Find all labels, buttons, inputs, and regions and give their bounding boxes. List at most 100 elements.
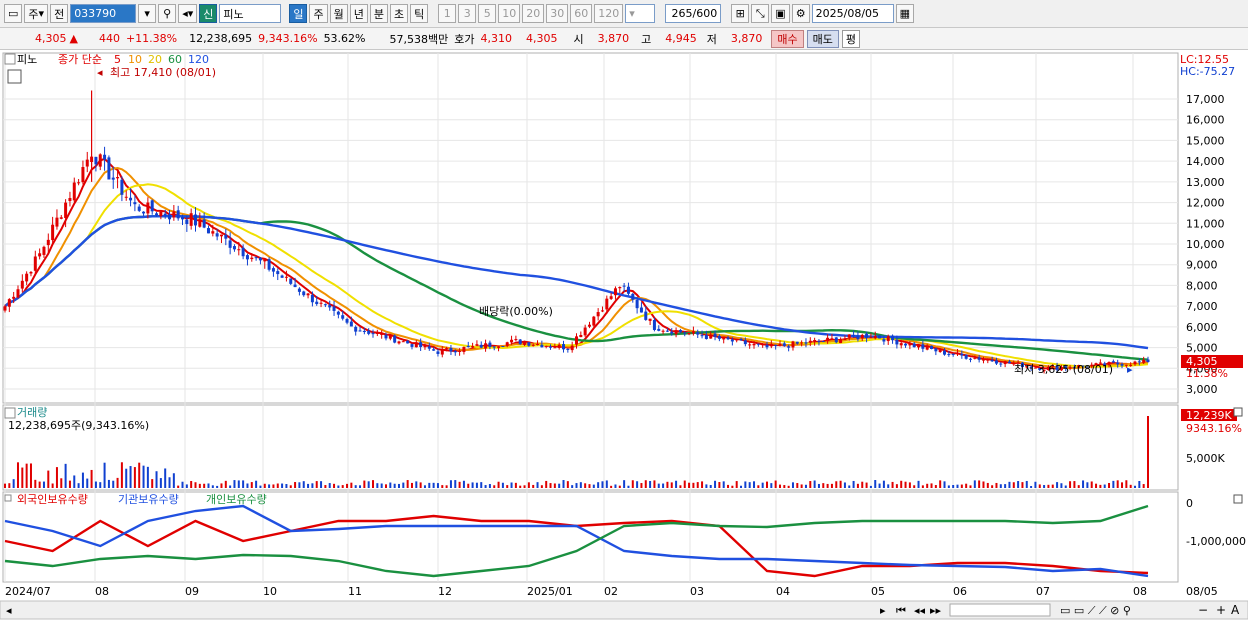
volume-bar: [1077, 485, 1080, 488]
sell-button[interactable]: 매도: [806, 29, 839, 48]
interval-input[interactable]: ▾: [625, 4, 656, 23]
speaker-icon[interactable]: ◂▾: [178, 4, 198, 23]
candle-body: [968, 358, 972, 360]
prev-icon[interactable]: ◂◂: [914, 604, 926, 617]
volume-bar: [203, 483, 206, 488]
candle-body: [501, 346, 505, 348]
candle-body: [116, 177, 120, 179]
count-input[interactable]: 265/600: [665, 4, 722, 23]
eval-button[interactable]: 평: [841, 29, 860, 48]
candle-body: [700, 335, 704, 337]
volume-bar: [445, 485, 448, 488]
interval-60[interactable]: 60: [570, 4, 593, 23]
candle-body: [882, 339, 886, 342]
interval-30[interactable]: 30: [546, 4, 569, 23]
volume-last-tag: 12,239K: [1186, 409, 1232, 422]
date-input[interactable]: 2025/08/05: [811, 4, 894, 23]
candle-body: [81, 167, 85, 183]
volume-bar: [302, 481, 305, 488]
scroll-right-icon[interactable]: ▸: [880, 604, 886, 617]
ma-5-label: 5: [114, 53, 121, 66]
volume-bar: [138, 462, 141, 488]
volume-bar: [766, 481, 768, 488]
candle-body: [293, 284, 297, 288]
period-month[interactable]: 월: [329, 4, 348, 23]
candle-settings-icon[interactable]: ⊞: [731, 4, 750, 23]
volume-close-icon[interactable]: [1233, 407, 1243, 417]
auto-button[interactable]: A: [1231, 603, 1240, 617]
volume-bar: [346, 483, 349, 488]
market-select[interactable]: 주 ▾: [24, 4, 49, 23]
volume-bar: [38, 481, 41, 488]
volume-bar: [285, 484, 288, 488]
interval-5[interactable]: 5: [478, 4, 497, 23]
high-label: 고: [641, 32, 652, 46]
period-day[interactable]: 일: [289, 4, 308, 23]
first-icon[interactable]: ⏮: [896, 604, 906, 617]
x-tick-label: 09: [185, 585, 199, 598]
calculator-icon[interactable]: [7, 69, 22, 84]
candle-body: [198, 219, 202, 227]
volume-menu-icon[interactable]: [4, 407, 16, 419]
period-year[interactable]: 년: [349, 4, 368, 23]
draw-tool-icon[interactable]: ⤡: [751, 4, 770, 23]
scroll-thumb[interactable]: [949, 603, 1051, 617]
volume-bar: [917, 480, 920, 488]
price-y-tick: 3,000: [1186, 383, 1218, 396]
candle-body: [488, 342, 492, 347]
candle-body: [120, 179, 124, 195]
save-icon[interactable]: ▣: [771, 4, 790, 23]
period-tick[interactable]: 틱: [410, 4, 429, 23]
period-week[interactable]: 주: [309, 4, 328, 23]
candle-body: [323, 304, 327, 306]
volume-bar: [432, 482, 435, 488]
interval-1[interactable]: 1: [438, 4, 457, 23]
candle-body: [388, 334, 392, 339]
next-icon[interactable]: ▸▸: [930, 604, 942, 617]
gear-icon[interactable]: ⚙: [791, 4, 810, 23]
candle-body: [510, 339, 514, 343]
prev-button[interactable]: 전: [50, 4, 69, 23]
hc-value: HC:-75.27: [1180, 65, 1235, 78]
volume-bar: [692, 482, 695, 488]
scroll-left-icon[interactable]: ◂: [6, 604, 12, 617]
interval-3[interactable]: 3: [458, 4, 477, 23]
zoom-out-button[interactable]: −: [1198, 603, 1208, 617]
holding-menu-icon[interactable]: [4, 494, 12, 502]
buy-button[interactable]: 매수: [771, 29, 804, 48]
volume-bar: [709, 485, 712, 488]
window-icon[interactable]: ▭: [4, 4, 23, 23]
holding-close-icon[interactable]: [1233, 494, 1243, 504]
interval-10[interactable]: 10: [498, 4, 521, 23]
candle-body: [626, 286, 630, 294]
zoom-in-button[interactable]: +: [1216, 603, 1226, 617]
code-input[interactable]: 033790: [70, 4, 137, 23]
volume-bar: [969, 485, 972, 488]
panel-menu-icon[interactable]: [4, 53, 16, 65]
calendar-icon[interactable]: ▦: [895, 4, 915, 23]
candle-body: [553, 347, 557, 349]
code-dropdown-icon[interactable]: ▾: [138, 4, 157, 23]
volume-title: 거래량: [17, 406, 47, 419]
volume-bar: [666, 481, 669, 488]
tool-icons[interactable]: ▭ ▭ ⟋ ⟋ ⊘ ⚲: [1060, 604, 1131, 617]
candle-body: [549, 346, 553, 348]
volume-bar: [436, 483, 439, 488]
candle-body: [938, 349, 942, 353]
volume-bar: [930, 483, 933, 488]
interval-120[interactable]: 120: [594, 4, 624, 23]
volume-bar: [350, 482, 353, 488]
period-minute[interactable]: 분: [369, 4, 388, 23]
search-icon[interactable]: ⚲: [158, 4, 177, 23]
volume-bar: [237, 480, 240, 488]
candle-body: [631, 293, 635, 300]
interval-20[interactable]: 20: [522, 4, 545, 23]
volume-bar: [125, 468, 128, 488]
stock-name-field[interactable]: 피노: [219, 4, 282, 23]
volume-value: 12,238,695: [189, 32, 253, 45]
chart-canvas[interactable]: 17,000 16,000 15,000 14,000 13,000 12,000 11,0…: [0, 51, 1248, 621]
period-second[interactable]: 초: [389, 4, 409, 23]
candle-body: [730, 339, 734, 342]
volume-bar: [887, 484, 890, 488]
candle-body: [839, 339, 843, 344]
